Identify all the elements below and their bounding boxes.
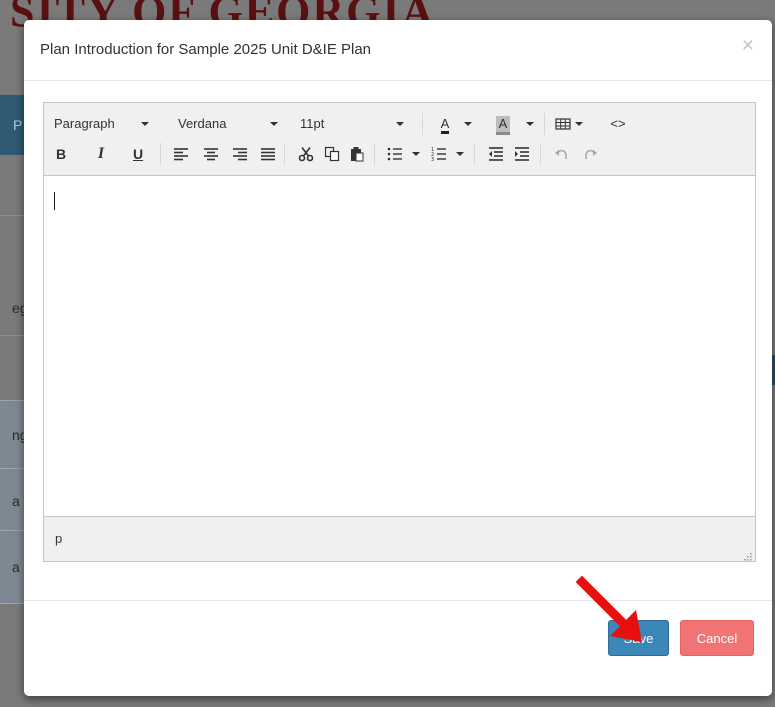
paste-icon[interactable] (349, 146, 365, 162)
background-row: ng (0, 400, 28, 470)
modal-title: Plan Introduction for Sample 2025 Unit D… (40, 41, 372, 58)
numbered-list-icon[interactable]: 123 (431, 146, 447, 162)
chevron-down-icon (412, 152, 420, 156)
source-code-icon[interactable]: <> (606, 109, 630, 139)
format-select-value: Paragraph (54, 116, 115, 131)
text-color-letter: A (440, 116, 450, 134)
toolbar-separator (544, 113, 545, 135)
toolbar-row-1: Paragraph Verdana 11pt A A <> (44, 109, 755, 139)
bullet-list-icon[interactable] (387, 146, 403, 162)
font-family-select[interactable]: Verdana (178, 109, 226, 139)
background-text-fragment: a (12, 559, 20, 575)
modal-footer-divider (24, 600, 772, 601)
cut-icon[interactable] (298, 146, 314, 162)
editor-content-area[interactable] (44, 176, 755, 516)
copy-icon[interactable] (324, 146, 340, 162)
background-divider (0, 215, 26, 216)
align-justify-icon[interactable] (260, 146, 276, 162)
svg-text:3: 3 (431, 157, 434, 162)
background-text-fragment: a (12, 493, 20, 509)
chevron-down-icon (575, 122, 583, 126)
red-arrow-icon (576, 576, 642, 642)
background-row: a (0, 530, 26, 604)
font-size-select[interactable]: 11pt (300, 109, 324, 139)
align-right-icon[interactable] (232, 146, 248, 162)
background-color-letter: A (495, 116, 511, 135)
background-color-icon[interactable]: A (494, 109, 512, 139)
chevron-down-icon (396, 122, 404, 126)
element-path[interactable]: p (55, 531, 62, 546)
font-size-select-value: 11pt (300, 116, 325, 131)
bold-icon[interactable]: B (54, 139, 68, 169)
redo-icon[interactable] (582, 146, 598, 162)
outdent-icon[interactable] (488, 146, 504, 162)
undo-icon[interactable] (554, 146, 570, 162)
align-left-icon[interactable] (173, 146, 189, 162)
toolbar-separator (540, 143, 541, 165)
toolbar-separator (284, 143, 285, 165)
background-tab-letter: P (13, 117, 23, 133)
toolbar-row-2: B I U 1 2 3 (44, 139, 755, 169)
indent-icon[interactable] (514, 146, 530, 162)
cancel-button[interactable]: Cancel (680, 620, 754, 656)
plan-introduction-modal: Plan Introduction for Sample 2025 Unit D… (24, 20, 772, 696)
close-icon[interactable]: × (742, 35, 754, 56)
background-row: a (0, 468, 26, 532)
chevron-down-icon (456, 152, 464, 156)
italic-icon[interactable]: I (94, 139, 108, 169)
text-cursor (54, 192, 55, 210)
toolbar-separator (422, 113, 423, 135)
text-color-icon[interactable]: A (436, 109, 454, 139)
background-divider (0, 335, 26, 336)
toolbar-separator (474, 143, 475, 165)
background-tab: P (0, 95, 26, 155)
align-center-icon[interactable] (203, 146, 219, 162)
chevron-down-icon (464, 122, 472, 126)
rich-text-editor: Paragraph Verdana 11pt A A <> B I U 1 2 … (43, 102, 756, 562)
toolbar-separator (160, 143, 161, 165)
chevron-down-icon (270, 122, 278, 126)
table-icon[interactable] (555, 116, 571, 132)
format-select[interactable]: Paragraph (54, 109, 115, 139)
toolbar-separator (374, 143, 375, 165)
modal-header: Plan Introduction for Sample 2025 Unit D… (24, 20, 772, 81)
underline-icon[interactable]: U (131, 139, 145, 169)
chevron-down-icon (141, 122, 149, 126)
editor-toolbar: Paragraph Verdana 11pt A A <> B I U 1 2 … (44, 103, 755, 176)
resize-handle-icon[interactable] (742, 548, 752, 561)
font-family-select-value: Verdana (178, 116, 227, 131)
editor-statusbar: p (44, 516, 755, 561)
chevron-down-icon (526, 122, 534, 126)
